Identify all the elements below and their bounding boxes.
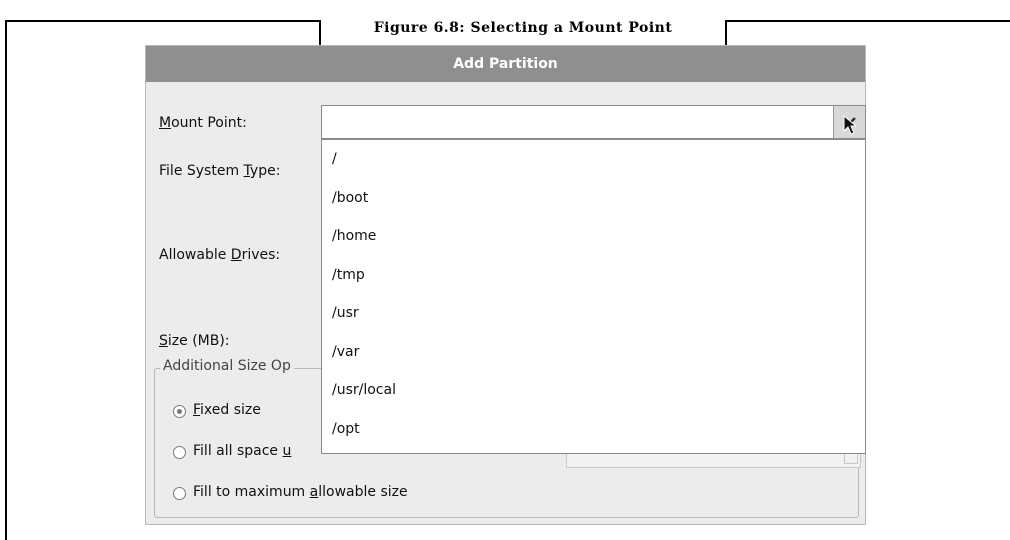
label-pre: Fill to maximum xyxy=(193,484,310,500)
dropdown-item-tmp[interactable]: /tmp xyxy=(322,256,865,295)
fixed-size-label[interactable]: Fixed size xyxy=(193,402,261,418)
fixed-size-radio[interactable] xyxy=(173,405,186,418)
mnemonic: M xyxy=(159,115,172,131)
mount-point-dropdown-list[interactable]: / /boot /home /tmp /usr /var /usr/local … xyxy=(321,139,866,454)
label-rest: ount Point: xyxy=(171,115,247,131)
label-rest: ype: xyxy=(249,163,281,179)
dropdown-item-usr-local[interactable]: /usr/local xyxy=(322,371,865,410)
fill-maximum-label[interactable]: Fill to maximum allowable size xyxy=(193,484,408,500)
fill-all-space-radio[interactable] xyxy=(173,446,186,459)
label-pre: Allowable xyxy=(159,247,231,263)
dropdown-item-var[interactable]: /var xyxy=(322,333,865,372)
label-rest: ize (MB): xyxy=(167,333,230,349)
file-system-type-label: File System Type: xyxy=(159,163,280,179)
label-rest: rives: xyxy=(241,247,281,263)
label-rest: ixed size xyxy=(200,402,261,418)
mount-point-combo[interactable] xyxy=(321,105,866,139)
combo-dropdown-button[interactable] xyxy=(833,106,865,138)
dialog-title: Add Partition xyxy=(146,46,865,82)
figure-caption: Figure 6.8: Selecting a Mount Point xyxy=(373,20,673,36)
mnemonic: S xyxy=(159,333,168,349)
mnemonic: F xyxy=(193,402,201,418)
dropdown-item-root[interactable]: / xyxy=(322,140,865,179)
label-rest: llowable size xyxy=(318,484,408,500)
dropdown-item-boot[interactable]: /boot xyxy=(322,179,865,218)
mount-point-label: Mount Point: xyxy=(159,115,247,131)
dropdown-item-opt[interactable]: /opt xyxy=(322,410,865,449)
mnemonic: u xyxy=(282,443,292,459)
fill-all-space-label[interactable]: Fill all space u xyxy=(193,443,291,459)
mnemonic: a xyxy=(309,484,319,500)
size-label: Size (MB): xyxy=(159,333,230,349)
label-pre: Fill all space xyxy=(193,443,283,459)
dropdown-item-home[interactable]: /home xyxy=(322,217,865,256)
add-partition-dialog: Add Partition Mount Point: File System T… xyxy=(145,45,866,525)
additional-size-options-legend: Additional Size Op xyxy=(160,358,294,374)
dropdown-item-usr[interactable]: /usr xyxy=(322,294,865,333)
fill-maximum-radio[interactable] xyxy=(173,487,186,500)
mnemonic: D xyxy=(230,247,242,263)
mouse-cursor-icon xyxy=(843,115,857,135)
label-pre: File System xyxy=(159,163,244,179)
allowable-drives-label: Allowable Drives: xyxy=(159,247,280,263)
